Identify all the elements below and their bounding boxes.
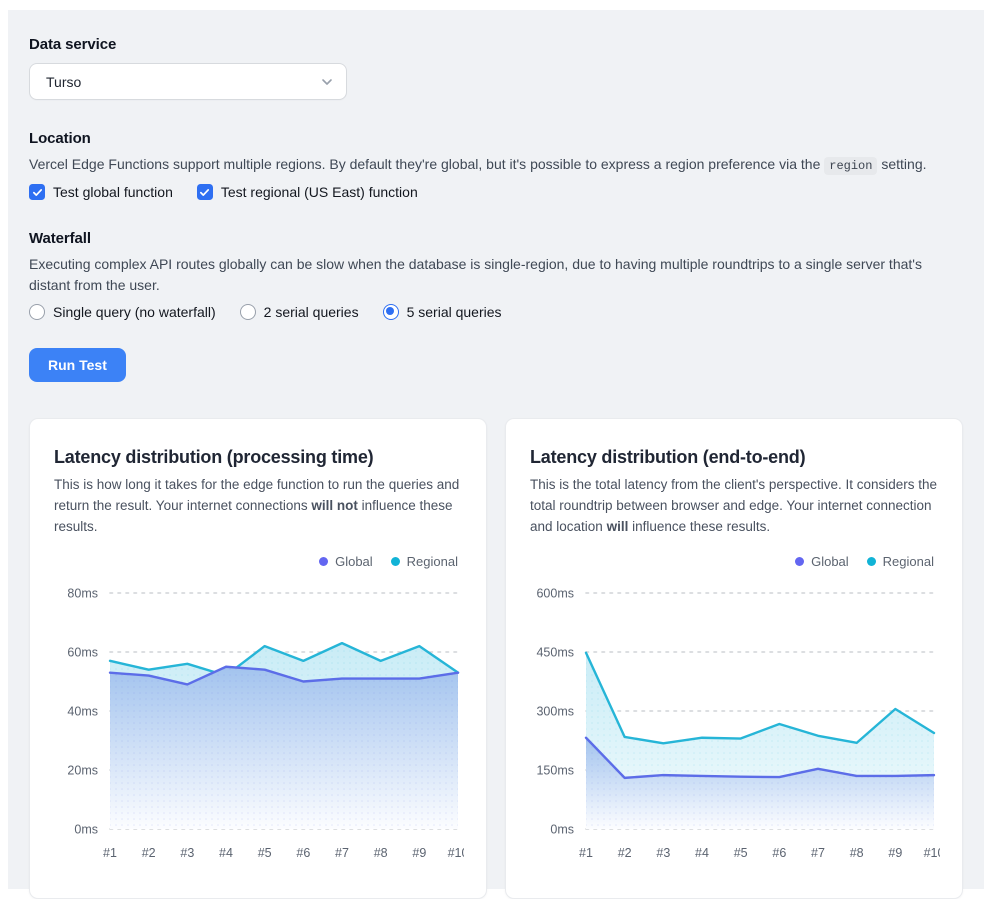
legend-item-regional: Regional: [391, 554, 458, 569]
svg-text:#5: #5: [258, 846, 272, 860]
legend-dot-icon: [319, 557, 328, 566]
radio-unselected-icon[interactable]: [29, 304, 45, 320]
svg-text:60ms: 60ms: [67, 645, 98, 659]
legend-label: Regional: [407, 554, 458, 569]
chart-area: 0ms 20ms 40ms 60ms 80ms #1 #2 #3 #4 #5 #6 #7 #8 #9 #10: [54, 577, 462, 874]
legend-item-global: Global: [795, 554, 849, 569]
checkbox-checked-icon[interactable]: [197, 184, 213, 200]
chart-legend: Global Regional: [54, 554, 462, 569]
svg-text:#4: #4: [695, 846, 709, 860]
svg-text:#7: #7: [811, 846, 825, 860]
svg-text:40ms: 40ms: [67, 704, 98, 718]
svg-text:#10: #10: [924, 846, 940, 860]
latency-chart-card-processing: Latency distribution (processing time) Th…: [29, 418, 487, 899]
svg-text:450ms: 450ms: [536, 645, 574, 659]
radio-unselected-icon[interactable]: [240, 304, 256, 320]
chart-card-description: This is the total latency from the clien…: [530, 475, 938, 538]
radio-label: 2 serial queries: [264, 304, 359, 320]
latency-chart-card-end-to-end: Latency distribution (end-to-end) This is…: [505, 418, 963, 899]
svg-text:#7: #7: [335, 846, 349, 860]
svg-text:20ms: 20ms: [67, 763, 98, 777]
svg-text:#8: #8: [850, 846, 864, 860]
radio-label: 5 serial queries: [407, 304, 502, 320]
checkbox-test-global-function[interactable]: Test global function: [29, 184, 173, 200]
radio-5-serial-queries[interactable]: 5 serial queries: [383, 304, 502, 320]
latency-line-chart: 0ms 20ms 40ms 60ms 80ms #1 #2 #3 #4 #5 #6 #7 #8 #9 #10: [54, 577, 464, 869]
chart-legend: Global Regional: [530, 554, 938, 569]
data-service-selected-value: Turso: [46, 74, 81, 90]
legend-label: Regional: [883, 554, 934, 569]
legend-item-global: Global: [319, 554, 373, 569]
svg-text:#1: #1: [103, 846, 117, 860]
checkbox-test-regional-us-east-function[interactable]: Test regional (US East) function: [197, 184, 418, 200]
checkbox-label: Test global function: [53, 184, 173, 200]
svg-text:#3: #3: [180, 846, 194, 860]
radio-selected-icon[interactable]: [383, 304, 399, 320]
svg-text:#3: #3: [656, 846, 670, 860]
radio-label: Single query (no waterfall): [53, 304, 216, 320]
chart-card-description: This is how long it takes for the edge f…: [54, 475, 462, 538]
run-test-button[interactable]: Run Test: [29, 348, 126, 382]
svg-text:#10: #10: [448, 846, 464, 860]
legend-label: Global: [335, 554, 373, 569]
svg-text:#4: #4: [219, 846, 233, 860]
main-panel: Data service Turso Location Vercel Edge …: [8, 10, 984, 889]
svg-text:#6: #6: [772, 846, 786, 860]
chart-area: 0ms 150ms 300ms 450ms 600ms #1 #2 #3 #4 #5 #6 #7 #8 #…: [530, 577, 938, 874]
chart-card-title: Latency distribution (processing time): [54, 447, 462, 468]
svg-text:80ms: 80ms: [67, 586, 98, 600]
chevron-down-icon: [320, 75, 334, 89]
legend-dot-icon: [795, 557, 804, 566]
checkbox-checked-icon[interactable]: [29, 184, 45, 200]
charts-row: Latency distribution (processing time) Th…: [29, 418, 963, 899]
location-checkbox-row: Test global function Test regional (US Ea…: [29, 184, 963, 200]
svg-text:#5: #5: [734, 846, 748, 860]
svg-text:#2: #2: [618, 846, 632, 860]
svg-text:#9: #9: [412, 846, 426, 860]
svg-text:#9: #9: [888, 846, 902, 860]
legend-label: Global: [811, 554, 849, 569]
svg-text:0ms: 0ms: [550, 822, 574, 836]
svg-text:150ms: 150ms: [536, 763, 574, 777]
location-description: Vercel Edge Functions support multiple r…: [29, 154, 963, 175]
svg-text:600ms: 600ms: [536, 586, 574, 600]
svg-text:#6: #6: [296, 846, 310, 860]
latency-line-chart: 0ms 150ms 300ms 450ms 600ms #1 #2 #3 #4 #5 #6 #7 #8 #…: [530, 577, 940, 869]
svg-text:#1: #1: [579, 846, 593, 860]
svg-text:300ms: 300ms: [536, 704, 574, 718]
svg-text:#2: #2: [142, 846, 156, 860]
waterfall-radio-row: Single query (no waterfall) 2 serial quer…: [29, 304, 963, 320]
location-heading: Location: [29, 130, 963, 147]
data-service-heading: Data service: [29, 36, 963, 53]
legend-item-regional: Regional: [867, 554, 934, 569]
waterfall-heading: Waterfall: [29, 230, 963, 247]
radio-2-serial-queries[interactable]: 2 serial queries: [240, 304, 359, 320]
waterfall-description: Executing complex API routes globally ca…: [29, 254, 963, 295]
data-service-select[interactable]: Turso: [29, 63, 347, 100]
radio-single-query-no-waterfall-[interactable]: Single query (no waterfall): [29, 304, 216, 320]
svg-text:#8: #8: [374, 846, 388, 860]
inline-code: region: [824, 157, 877, 175]
legend-dot-icon: [391, 557, 400, 566]
svg-text:0ms: 0ms: [74, 822, 98, 836]
chart-card-title: Latency distribution (end-to-end): [530, 447, 938, 468]
legend-dot-icon: [867, 557, 876, 566]
checkbox-label: Test regional (US East) function: [221, 184, 418, 200]
